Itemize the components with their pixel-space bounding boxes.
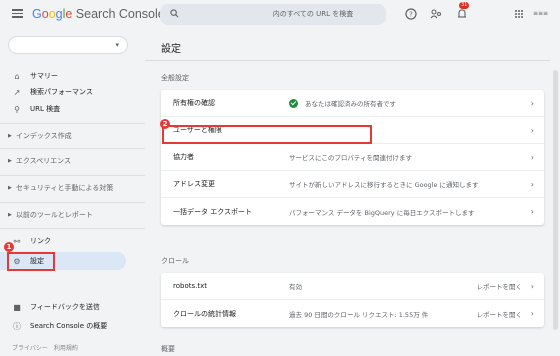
chevron-right-icon: › xyxy=(530,152,534,162)
top-app-bar: Google Search Console 内のすべての URL を検査 ? 3… xyxy=(0,0,560,30)
crawl-settings-card: robots.txt 有効 レポートを開く › クロールの統計情報 過去 90 … xyxy=(161,273,544,327)
search-placeholder: 内のすべての URL を検査 xyxy=(272,10,354,18)
main-content: 設定 全般設定 所有権の確認 あなたは確認済みの所有者です › ユーザーと権限 … xyxy=(145,30,550,353)
settings-row-crawl-stats[interactable]: クロールの統計情報 過去 90 日間のクロール リクエスト: 1.55万 件 レ… xyxy=(161,300,544,327)
section-general: 全般設定 xyxy=(161,74,189,82)
sidebar-item-url-inspection[interactable]: ⚲ URL 検査 xyxy=(0,100,140,118)
svg-text:?: ? xyxy=(409,11,413,19)
section-about: 概要 xyxy=(161,345,175,353)
highlight-box-settings xyxy=(7,252,55,271)
chevron-right-icon: ▶ xyxy=(8,133,12,139)
divider xyxy=(0,202,145,203)
trending-icon: ↗ xyxy=(13,87,21,97)
sidebar: ▾ ⌂ サマリー ↗ 検索パフォーマンス ⚲ URL 検査 ▶ インデックス作成 ▶ エク… xyxy=(0,30,145,352)
sidebar-item-feedback[interactable]: ■ フィードバックを送信 xyxy=(0,298,140,316)
sidebar-item-about[interactable]: ⓘ Search Console の概要 xyxy=(0,317,140,335)
sidebar-group-experience[interactable]: ▶ エクスペリエンス xyxy=(0,152,140,170)
chevron-right-icon: ▶ xyxy=(8,185,12,191)
annotation-marker-1: 1 xyxy=(4,242,14,252)
property-selector[interactable]: ▾ xyxy=(8,36,128,54)
account-avatar[interactable]: ≡≡≡ xyxy=(533,10,548,17)
annotation-marker-2: 2 xyxy=(160,119,170,129)
menu-icon[interactable] xyxy=(12,9,23,18)
sidebar-group-legacy-tools[interactable]: ▶ 以前のツールとレポート xyxy=(0,206,140,224)
divider xyxy=(0,228,145,229)
page-title: 設定 xyxy=(161,44,181,55)
divider xyxy=(0,123,145,124)
settings-row-ownership[interactable]: 所有権の確認 あなたは確認済みの所有者です › xyxy=(161,90,544,117)
chevron-right-icon: › xyxy=(530,309,534,318)
chevron-right-icon: ▶ xyxy=(8,212,12,218)
open-report-link[interactable]: レポートを開く xyxy=(477,281,523,291)
scrollbar-thumb[interactable] xyxy=(553,70,558,330)
chevron-right-icon: › xyxy=(530,98,534,108)
footer-links[interactable]: プライバシー 利用規約 xyxy=(0,338,140,356)
open-report-link[interactable]: レポートを開く xyxy=(477,309,523,319)
url-inspect-search[interactable]: 内のすべての URL を検査 xyxy=(160,4,386,25)
feedback-icon: ■ xyxy=(13,302,21,312)
chevron-down-icon: ▾ xyxy=(115,41,119,49)
check-circle-icon xyxy=(289,98,298,108)
apps-grid-icon[interactable] xyxy=(513,8,525,20)
info-icon: ⓘ xyxy=(13,321,21,331)
help-icon[interactable]: ? xyxy=(405,8,417,20)
divider xyxy=(145,60,550,61)
notification-badge: 31 xyxy=(459,2,470,9)
chevron-right-icon: › xyxy=(530,207,534,216)
divider xyxy=(0,148,145,149)
sidebar-item-links[interactable]: ⚯ リンク xyxy=(0,232,140,250)
settings-row-robots-txt[interactable]: robots.txt 有効 レポートを開く › xyxy=(161,273,544,300)
app-logo[interactable]: Google Search Console xyxy=(32,7,165,21)
sidebar-group-security[interactable]: ▶ セキュリティと手動による対策 xyxy=(0,179,140,197)
settings-row-bulk-export[interactable]: 一括データ エクスポート パフォーマンス データを BigQuery に毎日エク… xyxy=(161,198,544,225)
settings-row-associations[interactable]: 協力者 サービスにこのプロパティを関連付けます › xyxy=(161,144,544,171)
home-icon: ⌂ xyxy=(14,71,20,81)
highlight-box-users-permissions xyxy=(162,125,372,144)
sidebar-item-performance[interactable]: ↗ 検索パフォーマンス xyxy=(0,83,140,101)
chevron-right-icon: › xyxy=(530,125,534,135)
settings-row-change-address[interactable]: アドレス変更 サイトが新しいアドレスに移行するときに Google に通知します… xyxy=(161,171,544,198)
users-icon[interactable] xyxy=(430,8,442,20)
general-settings-card: 所有権の確認 あなたは確認済みの所有者です › ユーザーと権限 › 協力者 サー… xyxy=(161,90,544,225)
notification-bell-icon[interactable] xyxy=(456,8,468,20)
scrollbar[interactable] xyxy=(550,30,560,350)
sidebar-group-indexing[interactable]: ▶ インデックス作成 xyxy=(0,127,140,145)
chevron-right-icon: › xyxy=(530,281,534,291)
search-icon: ⚲ xyxy=(14,104,20,114)
divider xyxy=(0,175,145,176)
chevron-right-icon: ▶ xyxy=(8,158,12,164)
chevron-right-icon: › xyxy=(530,179,534,189)
section-crawl: クロール xyxy=(161,257,189,265)
